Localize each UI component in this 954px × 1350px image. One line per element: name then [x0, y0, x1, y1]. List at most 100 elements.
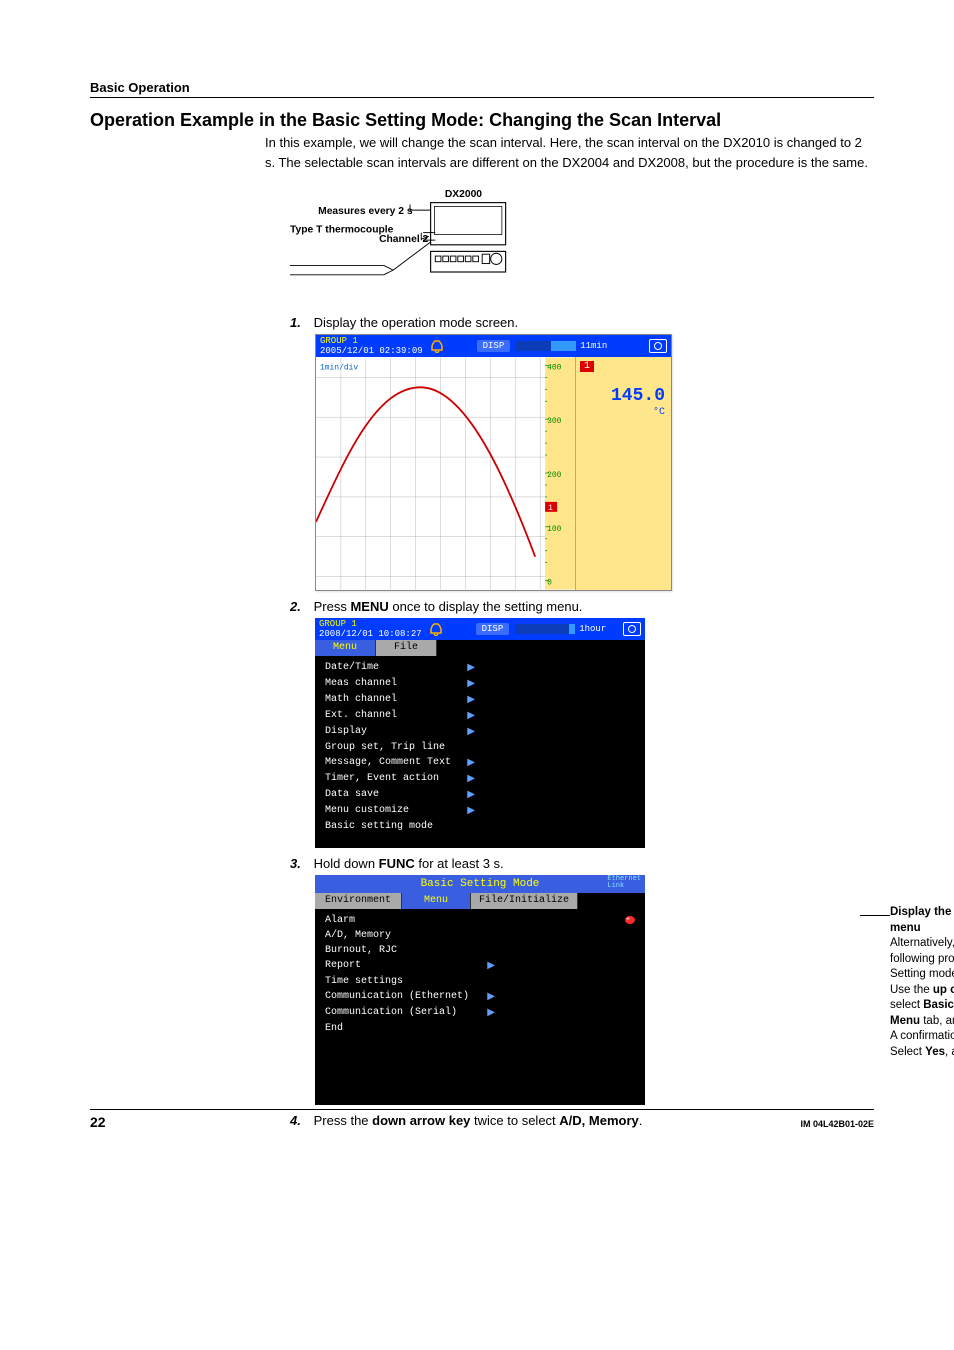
submenu-arrow-icon: ▶ — [487, 960, 495, 972]
menu-item[interactable]: Communication (Ethernet) ▶ — [325, 989, 495, 1005]
menu-item-label: Display — [325, 726, 367, 738]
svg-text:100: 100 — [547, 525, 562, 534]
menu-item[interactable]: Data save ▶ — [325, 787, 475, 803]
menu-item[interactable]: Burnout, RJC — [325, 943, 495, 958]
menu-item-label: Date/Time — [325, 662, 379, 674]
sn-key: Basic setting mode — [923, 999, 954, 1011]
sn-text: Use the — [890, 984, 933, 996]
menu-item[interactable]: Group set, Trip line — [325, 740, 475, 755]
menu-item[interactable]: Message, Comment Text▶ — [325, 755, 475, 771]
trend-graph: 1min/div 400 300 200 100 0 — [316, 357, 575, 590]
section-header: Basic Operation — [90, 80, 874, 98]
sn-text: , and press — [945, 1046, 954, 1058]
submenu-arrow-icon: ▶ — [467, 773, 475, 785]
tab-file-initialize[interactable]: File/Initialize — [471, 893, 578, 909]
step-2: 2. Press MENU once to display the settin… — [290, 599, 874, 614]
screenshot-1: GROUP 1 2005/12/01 02:39:09 DISP 11min — [315, 334, 874, 591]
scr2-time-label: 1hour — [579, 624, 606, 634]
tab-environment[interactable]: Environment — [315, 893, 402, 909]
tab-file[interactable]: File — [376, 640, 437, 656]
doc-id: IM 04L42B01-02E — [800, 1119, 874, 1129]
callout-line — [860, 915, 890, 916]
svg-text:0: 0 — [547, 579, 552, 588]
menu-item-label: Basic setting mode — [325, 821, 433, 832]
step-2-key: MENU — [350, 599, 388, 614]
menu-item[interactable]: Timer, Event action ▶ — [325, 771, 475, 787]
sn-key: Menu — [890, 1015, 920, 1027]
submenu-arrow-icon: ▶ — [467, 789, 475, 801]
menu-item[interactable]: Communication (Serial) ▶ — [325, 1005, 495, 1021]
menu-item-label: A/D, Memory — [325, 930, 391, 941]
alarm-icon — [428, 622, 446, 636]
progress-bar-icon — [515, 624, 575, 634]
intro-paragraph: In this example, we will change the scan… — [265, 133, 874, 172]
camera-icon — [623, 622, 641, 636]
menu-item-label: End — [325, 1023, 343, 1034]
menu-item-label: Report — [325, 960, 361, 972]
menu-item[interactable]: Meas channel▶ — [325, 676, 475, 692]
submenu-arrow-icon: ▶ — [467, 694, 475, 706]
svg-text:1: 1 — [548, 504, 553, 513]
submenu-arrow-icon: ▶ — [467, 726, 475, 738]
menu-item[interactable]: Display ▶ — [325, 724, 475, 740]
menu-item-label: Timer, Event action — [325, 773, 439, 785]
svg-text:400: 400 — [547, 363, 562, 372]
scr1-value: 145.0 — [611, 387, 665, 405]
menu-item[interactable]: Report ▶ — [325, 958, 495, 974]
svg-text:Type T thermocouple: Type T thermocouple — [290, 225, 394, 236]
scr2-datetime: 2008/12/01 10:08:27 — [319, 629, 422, 639]
side-note-title: Display the basic setting mode menu — [890, 905, 954, 936]
submenu-arrow-icon: ▶ — [487, 991, 495, 1003]
tab-menu[interactable]: Menu — [402, 893, 471, 909]
page-title: Operation Example in the Basic Setting M… — [90, 110, 874, 131]
sn-text: tab, and press — [920, 1015, 954, 1027]
menu-item[interactable]: End — [325, 1021, 495, 1036]
scr2-disp-tag: DISP — [476, 623, 510, 635]
scr1-datetime: 2005/12/01 02:39:09 — [320, 346, 423, 356]
page-number: 22 — [90, 1114, 106, 1130]
scr1-unit: °C — [653, 407, 665, 418]
menu-item-label: Math channel — [325, 694, 397, 706]
ethernet-link-label: EthernetLink — [607, 876, 641, 890]
diagram-svg: DX2000 Measures eve — [290, 182, 590, 302]
menu-item-label: Menu customize — [325, 805, 409, 817]
thermocouple-diagram: DX2000 Measures eve — [290, 182, 590, 305]
progress-bar-icon — [516, 341, 576, 351]
scr1-time-label: 11min — [580, 341, 607, 351]
submenu-arrow-icon: ▶ — [487, 1007, 495, 1019]
scr2-group: GROUP 1 — [319, 620, 422, 629]
step-1-text: Display the operation mode screen. — [314, 315, 519, 330]
alarm-icon — [429, 339, 447, 353]
sn-key: Yes — [925, 1046, 945, 1058]
menu-item[interactable]: Ext. channel ▶ — [325, 708, 475, 724]
menu-item[interactable]: Math channel ▶ — [325, 692, 475, 708]
menu-item-label: Meas channel — [325, 678, 397, 690]
screenshot-3: Basic Setting Mode EthernetLink Environm… — [315, 875, 874, 1105]
screenshot-2: GROUP 1 2008/12/01 10:08:27 DISP 1hour M… — [315, 618, 874, 848]
step-2-num: 2. — [290, 599, 310, 614]
menu-item[interactable]: Date/Time▶ — [325, 660, 475, 676]
menu-item[interactable]: Alarm — [325, 913, 495, 928]
menu-item-label: Group set, Trip line — [325, 742, 445, 753]
svg-text:DX2000: DX2000 — [445, 189, 482, 200]
svg-text:1min/div: 1min/div — [320, 363, 358, 372]
menu-item-label: Ext. channel — [325, 710, 397, 722]
step-2-post: once to display the setting menu. — [389, 599, 583, 614]
submenu-arrow-icon: ▶ — [467, 805, 475, 817]
step-3-key: FUNC — [379, 856, 415, 871]
menu-item[interactable]: A/D, Memory — [325, 928, 495, 943]
svg-text:200: 200 — [547, 471, 562, 480]
menu-item-label: Communication (Ethernet) — [325, 991, 469, 1003]
svg-text:Measures every 2 s: Measures every 2 s — [318, 206, 413, 217]
menu-item[interactable]: Time settings — [325, 974, 495, 989]
scr1-disp-tag: DISP — [477, 340, 511, 352]
menu-item[interactable]: Basic setting mode — [325, 819, 475, 834]
step-2-pre: Press — [314, 599, 351, 614]
menu-item[interactable]: Menu customize ▶ — [325, 803, 475, 819]
menu-item-label: Data save — [325, 789, 379, 801]
menu-item-label: Communication (Serial) — [325, 1007, 457, 1019]
submenu-arrow-icon: ▶ — [467, 710, 475, 722]
tab-menu[interactable]: Menu — [315, 640, 376, 656]
side-note: Display the basic setting mode menu Alte… — [890, 905, 954, 1060]
step-3-post: for at least 3 s. — [415, 856, 504, 871]
